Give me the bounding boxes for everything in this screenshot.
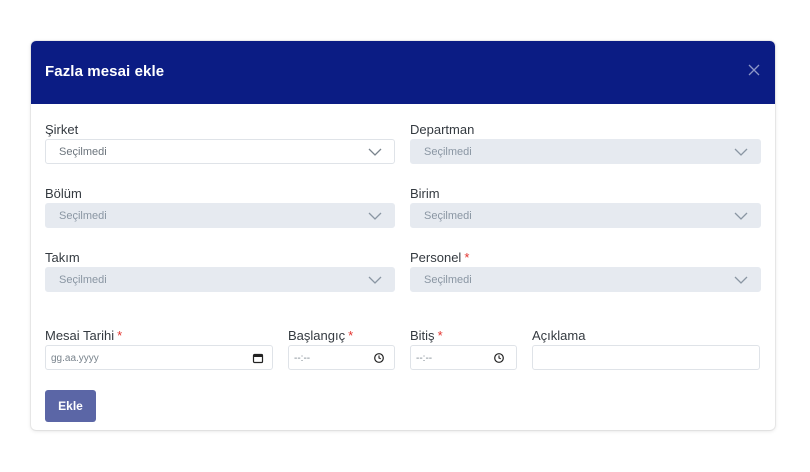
end-time-placeholder: --:-- (416, 353, 433, 364)
chevron-down-icon (368, 276, 382, 284)
description-label: Açıklama (532, 328, 586, 343)
department-label: Departman (410, 122, 475, 137)
personnel-select[interactable]: Seçilmedi (410, 267, 761, 292)
start-time-input[interactable]: --:-- (288, 345, 395, 370)
end-time-label-text: Bitiş (410, 328, 435, 343)
department-select-value: Seçilmedi (424, 146, 472, 158)
required-marker: * (437, 328, 443, 343)
modal-header: Fazla mesai ekle (31, 41, 775, 104)
chevron-down-icon (368, 148, 382, 156)
team-select-value: Seçilmedi (59, 274, 107, 286)
clock-icon[interactable] (373, 352, 385, 364)
company-label: Şirket (45, 122, 79, 137)
modal-title: Fazla mesai ekle (45, 63, 165, 80)
chevron-down-icon (734, 212, 748, 220)
unit-select[interactable]: Seçilmedi (410, 203, 761, 228)
start-time-placeholder: --:-- (294, 353, 311, 364)
add-overtime-modal: Fazla mesai ekle Şirket Seçilmedi Depart… (31, 41, 775, 430)
chevron-down-icon (734, 276, 748, 284)
company-select[interactable]: Seçilmedi (45, 139, 395, 164)
calendar-icon[interactable] (252, 352, 264, 364)
team-label: Takım (45, 250, 80, 265)
personnel-label-text: Personel (410, 250, 462, 265)
company-select-value: Seçilmedi (59, 146, 107, 158)
department-select[interactable]: Seçilmedi (410, 139, 761, 164)
end-time-label: Bitiş * (410, 328, 443, 343)
clock-icon[interactable] (493, 352, 505, 364)
overtime-date-label-text: Mesai Tarihi (45, 328, 115, 343)
overtime-date-label: Mesai Tarihi * (45, 328, 122, 343)
chevron-down-icon (734, 148, 748, 156)
required-marker: * (117, 328, 123, 343)
section-select[interactable]: Seçilmedi (45, 203, 395, 228)
overtime-date-placeholder: gg.aa.yyyy (51, 353, 99, 364)
description-input[interactable] (532, 345, 760, 370)
overtime-date-input[interactable]: gg.aa.yyyy (45, 345, 273, 370)
personnel-select-value: Seçilmedi (424, 274, 472, 286)
start-time-label: Başlangıç * (288, 328, 353, 343)
close-icon[interactable] (745, 61, 763, 79)
required-marker: * (464, 250, 470, 265)
unit-select-value: Seçilmedi (424, 210, 472, 222)
team-select[interactable]: Seçilmedi (45, 267, 395, 292)
unit-label: Birim (410, 186, 440, 201)
required-marker: * (348, 328, 354, 343)
start-time-label-text: Başlangıç (288, 328, 346, 343)
end-time-input[interactable]: --:-- (410, 345, 517, 370)
section-select-value: Seçilmedi (59, 210, 107, 222)
add-button[interactable]: Ekle (45, 390, 96, 422)
section-label: Bölüm (45, 186, 82, 201)
personnel-label: Personel * (410, 250, 469, 265)
chevron-down-icon (368, 212, 382, 220)
